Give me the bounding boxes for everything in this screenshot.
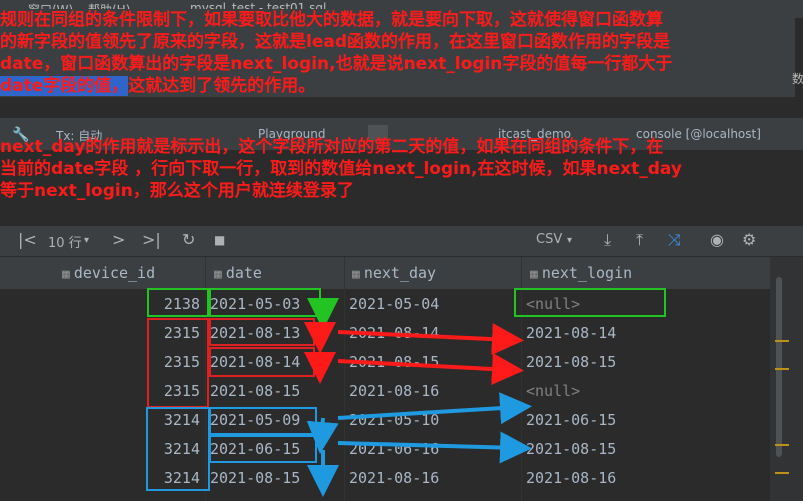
table-cell[interactable]: 2021-08-14 <box>349 324 439 342</box>
table-cell[interactable]: 3214 <box>0 440 200 458</box>
column-header-date[interactable]: ▦ date <box>214 264 262 282</box>
note1-line: 的新字段的值领先了原来的字段，这就是lead函数的作用，在这里窗口函数作用的字段… <box>0 32 670 52</box>
annotation-next-day-explanation: next_day的作用就是标示出，这个字段所对应的第二天的值，如果在同组的条件下… <box>0 136 795 202</box>
download-icon[interactable]: ⤓ <box>604 230 611 250</box>
column-icon: ▦ <box>530 267 538 282</box>
scroll-marker <box>775 472 789 474</box>
note2-line: 当前的date字段 ，行向下取一行，取到的数值给next_login,在这时候，… <box>0 159 682 179</box>
column-header-next-day[interactable]: ▦ next_day <box>352 264 436 282</box>
table-cell[interactable]: 2021-08-16 <box>349 469 439 487</box>
table-cell[interactable]: 2021-08-15 <box>210 382 300 400</box>
page-size-select[interactable]: 10 行 <box>48 232 82 251</box>
chevron-down-icon[interactable]: ▾ <box>567 235 572 246</box>
note1-line: date，窗口函数算出的字段是next_login,也就是说next_login… <box>0 54 673 74</box>
scroll-marker <box>775 444 789 446</box>
note2-line: 等于next_login，那么这个用户就连续登录了 <box>0 181 354 201</box>
results-toolbar: |< 10 行 ▾ > >| ↻ ■ CSV ▾ ⤓ ⤒ ⤨ ◉ ⚙ <box>0 226 803 257</box>
table-cell[interactable]: 2021-05-10 <box>349 411 439 429</box>
table-cell[interactable]: <null> <box>526 295 580 313</box>
scroll-marker <box>775 340 789 342</box>
note1-highlight: date字段的值， <box>0 76 129 96</box>
table-cell[interactable]: 2021-05-03 <box>210 295 300 313</box>
table-cell[interactable]: 2021-05-04 <box>349 295 439 313</box>
eye-icon[interactable]: ◉ <box>710 230 724 249</box>
table-cell[interactable]: 2315 <box>0 382 200 400</box>
note1-line: 规则在同组的条件限制下，如果要取比他大的数据，就是要向下取，这就使得窗口函数算 <box>0 10 663 30</box>
scroll-marker <box>775 368 789 370</box>
table-cell[interactable]: 2021-06-15 <box>210 440 300 458</box>
column-icon: ▦ <box>352 267 360 282</box>
table-cell[interactable]: 2021-08-13 <box>210 324 300 342</box>
refresh-icon[interactable]: ↻ <box>182 230 195 249</box>
table-cell[interactable]: <null> <box>526 382 580 400</box>
column-header-next-login[interactable]: ▦ next_login <box>530 264 632 282</box>
note1-tail: 这就达到了领先的作用。 <box>128 76 316 96</box>
table-cell[interactable]: 2021-06-16 <box>349 440 439 458</box>
column-header-device-id[interactable]: ▦ device_id <box>62 264 155 282</box>
column-icon: ▦ <box>214 267 222 282</box>
table-cell[interactable]: 3214 <box>0 411 200 429</box>
note2-line: next_day的作用就是标示出，这个字段所对应的第二天的值，如果在同组的条件下… <box>0 137 664 157</box>
column-icon: ▦ <box>62 267 70 282</box>
next-page-icon[interactable]: > <box>112 230 125 249</box>
table-cell[interactable]: 2021-08-16 <box>526 469 616 487</box>
table-cell[interactable]: 2021-08-14 <box>526 324 616 342</box>
table-cell[interactable]: 2315 <box>0 324 200 342</box>
table-cell[interactable]: 2021-08-15 <box>349 353 439 371</box>
vertical-scrollbar[interactable] <box>770 257 803 501</box>
table-cell[interactable]: 2315 <box>0 353 200 371</box>
table-cell[interactable]: 2021-08-15 <box>210 469 300 487</box>
table-cell[interactable]: 3214 <box>0 469 200 487</box>
table-cell[interactable]: 2021-08-14 <box>210 353 300 371</box>
note1-line-last: date字段的值，这就达到了领先的作用。 <box>0 75 795 97</box>
chevron-down-icon[interactable]: ▾ <box>84 235 89 246</box>
scrollbar-thumb[interactable] <box>776 277 782 457</box>
compare-icon[interactable]: ⤨ <box>668 230 681 250</box>
right-panel-label: 数 <box>792 72 803 86</box>
table-cell[interactable]: 2021-05-09 <box>210 411 300 429</box>
upload-icon[interactable]: ⤒ <box>636 230 643 250</box>
results-grid: ▦ device_id ▦ date ▦ next_day ▦ next_login 2… <box>0 257 770 501</box>
export-format-select[interactable]: CSV <box>536 232 562 247</box>
grid-header: ▦ device_id ▦ date ▦ next_day ▦ next_login <box>0 257 770 289</box>
table-cell[interactable]: 2138 <box>0 295 200 313</box>
gear-icon[interactable]: ⚙ <box>742 230 756 249</box>
last-page-icon[interactable]: >| <box>142 230 161 249</box>
table-cell[interactable]: 2021-06-15 <box>526 411 616 429</box>
annotation-lead-explanation: 规则在同组的条件限制下，如果要取比他大的数据，就是要向下取，这就使得窗口函数算 … <box>0 9 795 97</box>
table-cell[interactable]: 2021-08-16 <box>349 382 439 400</box>
stop-icon[interactable]: ■ <box>214 233 225 247</box>
table-cell[interactable]: 2021-08-15 <box>526 353 616 371</box>
table-cell[interactable]: 2021-08-15 <box>526 440 616 458</box>
first-page-icon[interactable]: |< <box>18 230 37 249</box>
